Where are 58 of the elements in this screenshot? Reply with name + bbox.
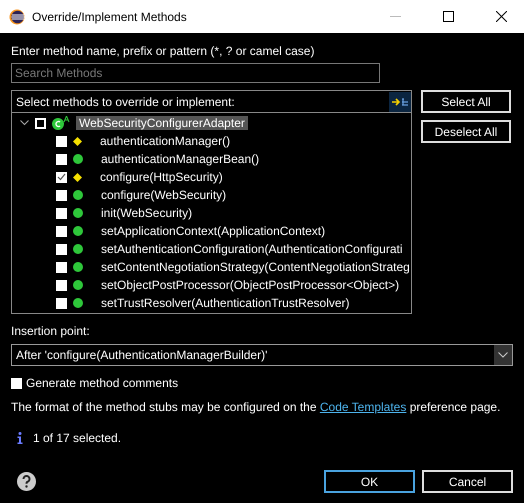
circle-icon: [73, 154, 83, 164]
info-icon: [17, 432, 23, 444]
method-label[interactable]: authenticationManager(): [100, 134, 230, 148]
insertion-dropdown[interactable]: After 'configure(AuthenticationManagerBuilder)': [11, 344, 513, 366]
info-text: The format of the method stubs may be configured on the Code Templates preference page.: [11, 400, 500, 415]
filter-label: Enter method name, prefix or pattern (*, ? or camel case): [11, 43, 316, 59]
checkbox[interactable]: [56, 172, 67, 182]
method-label[interactable]: setApplicationContext(ApplicationContext): [101, 224, 326, 238]
app-logo-icon: [9, 8, 25, 24]
close-icon: [496, 11, 506, 22]
checkbox[interactable]: [56, 136, 67, 146]
method-label[interactable]: setContentNegotiationStrategy(ContentNegotiationStrateg: [101, 260, 410, 274]
tree-header: Select methods to override or implement:: [16, 94, 235, 110]
maximize-icon: [442, 11, 454, 22]
diamond-icon: [73, 136, 82, 146]
method-label[interactable]: configure(WebSecurity): [101, 188, 226, 202]
circle-icon: [73, 280, 83, 290]
class-label[interactable]: WebSecurityConfigurerAdapter: [76, 116, 248, 130]
code-templates-link[interactable]: Code Templates: [320, 400, 406, 414]
checkbox[interactable]: [56, 262, 67, 272]
checkbox[interactable]: [56, 154, 67, 164]
checkbox[interactable]: [56, 298, 67, 308]
cancel-button[interactable]: Cancel: [422, 470, 513, 493]
checkbox[interactable]: [35, 118, 46, 128]
class-icon: [52, 116, 70, 130]
circle-icon: [73, 190, 83, 200]
circle-icon: [73, 262, 83, 272]
window-title: Override/Implement Methods: [32, 10, 188, 24]
checkbox[interactable]: [56, 280, 67, 290]
expand-all-button[interactable]: [389, 92, 411, 112]
checkbox[interactable]: [11, 378, 22, 388]
circle-icon: [73, 208, 83, 218]
diamond-icon: [73, 172, 82, 182]
minimize-icon: [390, 16, 400, 17]
checkbox[interactable]: [56, 244, 67, 254]
checkbox[interactable]: [56, 208, 67, 218]
method-label[interactable]: setAuthenticationConfiguration(AuthenticationConfigurati: [101, 242, 403, 256]
method-label[interactable]: setObjectPostProcessor(ObjectPostProcessor<Object>): [101, 278, 400, 292]
search-field[interactable]: Search Methods: [11, 63, 380, 83]
select-all-button[interactable]: Select All: [421, 90, 511, 113]
expand-caret-icon[interactable]: [20, 120, 29, 126]
chevron-down-icon: [498, 352, 508, 358]
circle-icon: [73, 244, 83, 254]
method-label[interactable]: init(WebSecurity): [101, 206, 192, 220]
method-label[interactable]: configure(HttpSecurity): [100, 170, 223, 184]
checkbox[interactable]: [56, 190, 67, 200]
circle-icon: [73, 226, 83, 236]
ok-button[interactable]: OK: [324, 470, 415, 493]
method-label[interactable]: authenticationManagerBean(): [101, 152, 260, 166]
checkbox[interactable]: [56, 226, 67, 236]
insertion-label: Insertion point:: [11, 323, 91, 339]
deselect-all-button[interactable]: Deselect All: [421, 120, 511, 143]
circle-icon: [73, 298, 83, 308]
selection-status: 1 of 17 selected.: [33, 430, 122, 446]
help-icon[interactable]: [17, 472, 36, 491]
checkbox-label: Generate method comments: [26, 375, 178, 391]
method-label[interactable]: setTrustResolver(AuthenticationTrustResolver): [101, 296, 350, 310]
arrow-list-icon: [391, 96, 409, 108]
